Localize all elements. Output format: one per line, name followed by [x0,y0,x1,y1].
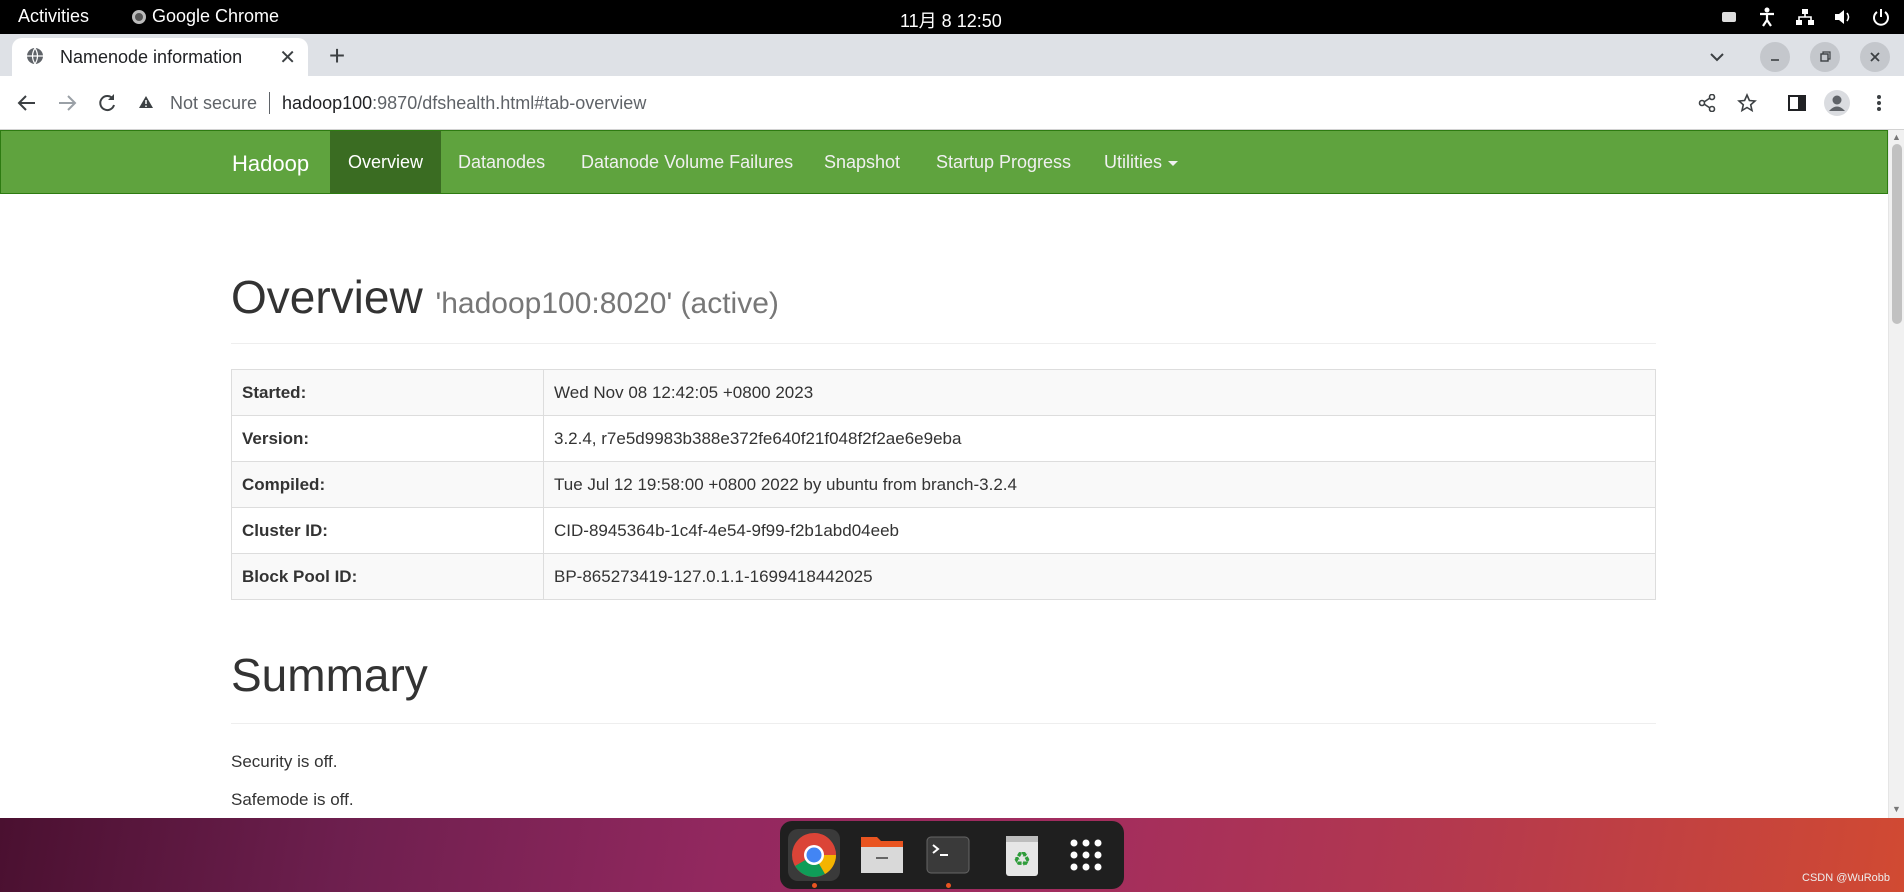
desktop-background: ♻ CSDN @WuRobb [0,818,1904,892]
overview-table: Started: Wed Nov 08 12:42:05 +0800 2023 V… [231,369,1656,600]
app-menu[interactable]: Google Chrome [132,6,279,27]
side-panel-icon[interactable] [1782,88,1812,118]
browser-toolbar: Not secure hadoop100 :9870/dfshealth.htm… [0,76,1904,130]
chrome-icon[interactable] [788,829,840,881]
app-name: Google Chrome [152,6,280,26]
url-separator [269,92,271,114]
page-viewport: Hadoop Overview Datanodes Datanode Volum… [0,130,1888,818]
address-bar[interactable]: Not secure hadoop100 :9870/dfshealth.htm… [138,84,1698,122]
tab-search-icon[interactable] [1702,42,1732,72]
tab-title: Namenode information [60,46,243,67]
hadoop-navbar: Hadoop Overview Datanodes Datanode Volum… [0,130,1888,194]
row-key: Cluster ID: [231,507,544,554]
chrome-small-icon [132,9,146,24]
row-value: BP-865273419-127.0.1.1-1699418442025 [543,553,1656,600]
back-icon[interactable] [12,88,42,118]
nav-utilities[interactable]: Utilities [1086,131,1196,193]
nav-snapshot[interactable]: Snapshot [806,131,918,193]
svg-text:♻: ♻ [1013,847,1031,871]
brand-link[interactable]: Hadoop [232,151,309,177]
keyboard-icon[interactable] [1718,6,1740,28]
volume-icon[interactable] [1832,6,1854,28]
power-icon[interactable] [1870,6,1892,28]
dock: ♻ [780,821,1124,889]
close-window-icon[interactable] [1860,42,1890,72]
new-tab-button[interactable]: + [322,42,352,72]
network-icon[interactable] [1794,6,1816,28]
scroll-up-icon[interactable]: ▲ [1892,132,1901,142]
bookmark-star-icon[interactable] [1732,88,1762,118]
row-key: Compiled: [231,461,544,508]
clock[interactable]: 11月 8 12:50 [900,7,1002,33]
trash-icon[interactable]: ♻ [996,829,1048,881]
nav-startup-progress[interactable]: Startup Progress [918,131,1089,193]
globe-icon [26,47,46,67]
scroll-down-icon[interactable]: ▼ [1892,804,1901,814]
row-key: Version: [231,415,544,462]
files-icon[interactable] [856,829,908,881]
forward-icon[interactable] [52,88,82,118]
url-host: hadoop100 [282,92,373,113]
summary-heading: Summary [231,649,428,701]
row-value: Tue Jul 12 19:58:00 +0800 2022 by ubuntu… [543,461,1656,508]
table-row: Started: Wed Nov 08 12:42:05 +0800 2023 [231,369,1656,416]
utilities-label: Utilities [1104,152,1163,172]
safemode-status: Safemode is off. [231,790,354,809]
nav-datanode-volume-failures[interactable]: Datanode Volume Failures [563,131,811,193]
running-indicator [812,883,817,888]
minimize-icon[interactable] [1760,42,1790,72]
share-icon[interactable] [1692,88,1722,118]
warning-icon[interactable] [138,93,158,114]
system-top-bar: Activities Google Chrome 11月 8 12:50 [0,0,1904,34]
nav-overview[interactable]: Overview [330,131,442,193]
table-row: Block Pool ID: BP-865273419-127.0.1.1-169… [231,553,1656,600]
security-label[interactable]: Not secure [170,93,257,114]
nav-datanodes[interactable]: Datanodes [440,131,563,193]
accessibility-icon[interactable] [1756,6,1778,28]
activities-button[interactable]: Activities [18,6,89,27]
caret-down-icon [1168,160,1179,166]
app-grid-icon[interactable] [1060,829,1112,881]
row-key: Started: [231,369,544,416]
close-tab-icon[interactable]: ✕ [279,45,296,70]
row-key: Block Pool ID: [231,553,544,600]
table-row: Compiled: Tue Jul 12 19:58:00 +0800 2022 … [231,461,1656,508]
maximize-icon[interactable] [1810,42,1840,72]
profile-avatar-icon[interactable] [1822,88,1852,118]
table-row: Cluster ID: CID-8945364b-1c4f-4e54-9f99-f… [231,507,1656,554]
running-indicator [946,883,951,888]
row-value: CID-8945364b-1c4f-4e54-9f99-f2b1abd04eeb [543,507,1656,554]
security-status: Security is off. [231,752,338,771]
row-value: 3.2.4, r7e5d9983b388e372fe640f21f048f2f2… [543,415,1656,462]
page-title: Overview 'hadoop100:8020' (active) [231,270,779,324]
table-row: Version: 3.2.4, r7e5d9983b388e372fe640f21… [231,415,1656,462]
terminal-icon[interactable] [922,829,974,881]
reload-icon[interactable] [92,88,122,118]
watermark: CSDN @WuRobb [1802,872,1890,884]
scrollbar-thumb[interactable] [1892,144,1902,324]
browser-tab[interactable]: Namenode information ✕ [12,38,308,76]
divider [231,723,1656,724]
row-value: Wed Nov 08 12:42:05 +0800 2023 [543,369,1656,416]
overview-heading: Overview [231,271,423,323]
divider [231,343,1656,344]
system-tray[interactable] [1718,6,1892,28]
overview-subheading: 'hadoop100:8020' (active) [435,287,779,320]
kebab-menu-icon[interactable] [1864,88,1894,118]
page-scrollbar[interactable]: ▲ ▼ [1888,130,1904,818]
tab-strip: Namenode information ✕ + [0,34,1904,76]
url-path: :9870/dfshealth.html#tab-overview [372,92,647,113]
